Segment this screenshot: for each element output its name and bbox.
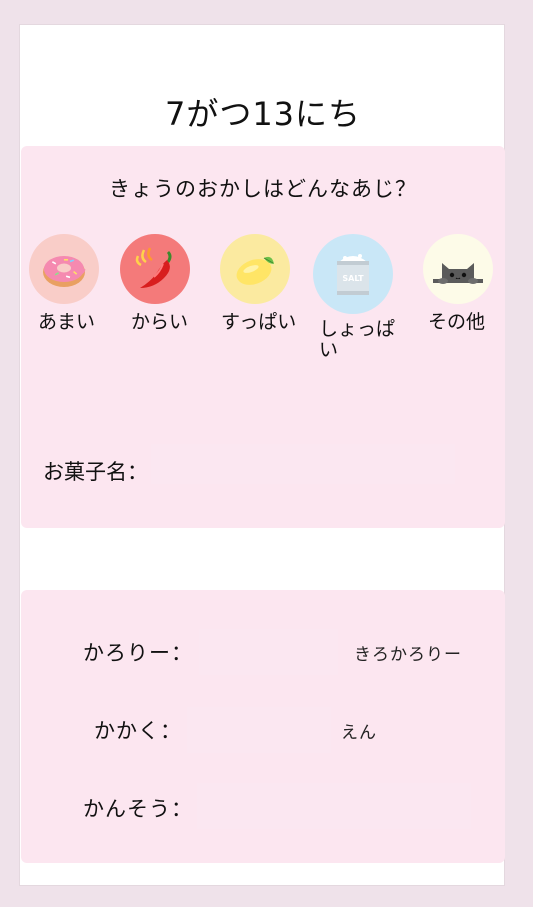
- taste-option-other[interactable]: その他: [410, 234, 506, 333]
- calorie-input[interactable]: [199, 629, 338, 675]
- taste-option-spicy[interactable]: からい: [107, 234, 203, 333]
- salt-bag-icon[interactable]: SALT: [313, 234, 393, 314]
- review-label: かんそう：: [83, 797, 193, 821]
- cat-icon[interactable]: [423, 234, 493, 304]
- page-title: 7がつ13にち: [164, 95, 362, 133]
- price-unit: えん: [341, 723, 377, 743]
- taste-label-salty: しょっぱい: [319, 318, 396, 361]
- snack-name-input[interactable]: [151, 444, 455, 484]
- lemon-icon[interactable]: [220, 234, 290, 304]
- donut-icon[interactable]: [29, 234, 99, 304]
- chili-pepper-icon[interactable]: [120, 234, 190, 304]
- taste-option-sweet[interactable]: あまい: [16, 234, 112, 333]
- snack-name-label: お菓子名：: [43, 460, 148, 484]
- taste-label-other: その他: [428, 311, 486, 333]
- price-input[interactable]: [187, 707, 331, 753]
- diary-card: 7がつ13にち きょうのおかしはどんなあじ？ あまい からい すっぱい SALT…: [19, 24, 505, 886]
- calorie-label: かろりー：: [83, 641, 193, 665]
- taste-question: きょうのおかしはどんなあじ？: [109, 177, 417, 201]
- taste-option-sour[interactable]: すっぱい: [207, 234, 303, 333]
- taste-option-salty[interactable]: SALT しょっぱい: [305, 234, 401, 361]
- details-panel: かろりー： きろかろりー かかく： えん かんそう：: [21, 590, 505, 863]
- salt-label: SALT: [342, 274, 364, 283]
- review-input[interactable]: [197, 783, 471, 829]
- calorie-unit: きろかろりー: [354, 645, 462, 665]
- taste-label-sweet: あまい: [38, 311, 96, 333]
- taste-label-spicy: からい: [131, 311, 189, 333]
- taste-label-sour: すっぱい: [221, 311, 297, 333]
- taste-panel: きょうのおかしはどんなあじ？ あまい からい すっぱい SALT しょっぱい そ…: [21, 146, 505, 528]
- price-label: かかく：: [94, 719, 182, 743]
